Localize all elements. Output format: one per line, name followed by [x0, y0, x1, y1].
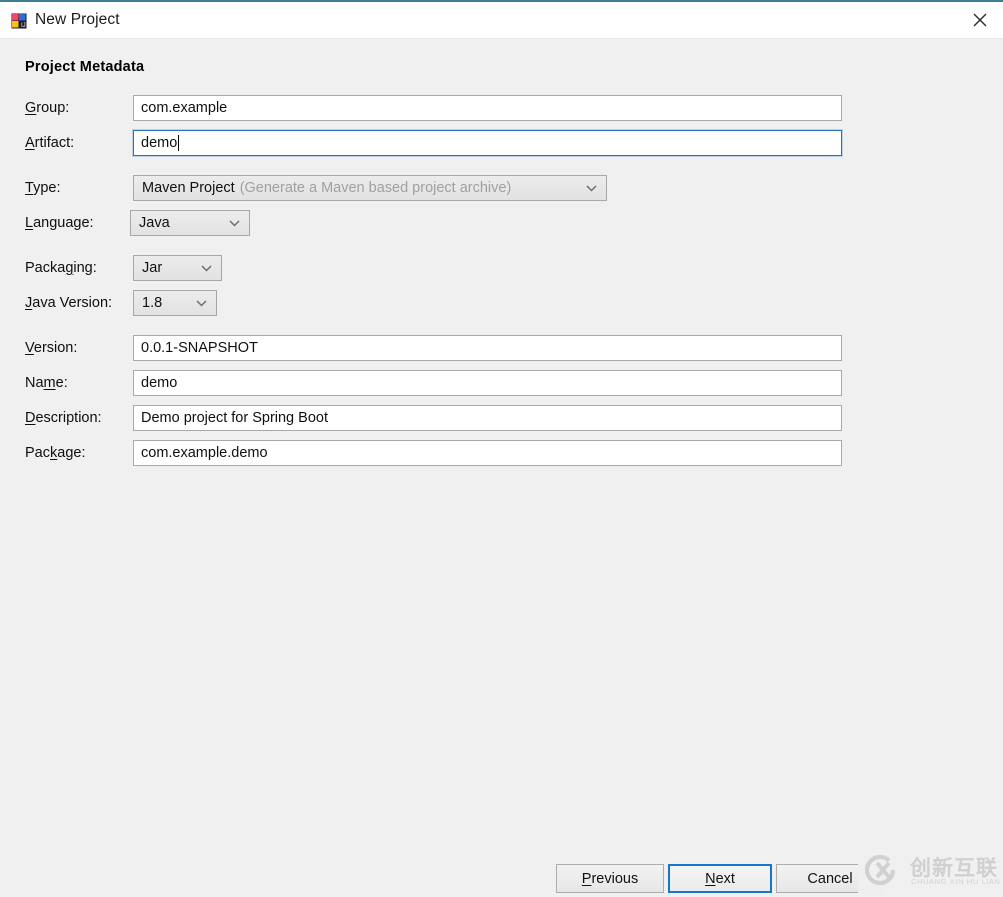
label-language: Language:: [25, 215, 94, 231]
page-title: Project Metadata: [25, 59, 145, 75]
packaging-select[interactable]: Jar: [133, 255, 222, 281]
svg-text:IJ: IJ: [21, 23, 26, 29]
label-description: Description:: [25, 410, 102, 426]
chevron-down-icon: [201, 260, 212, 276]
watermark-pinyin: CHUANG XIN HU LIAN: [911, 877, 1001, 886]
java-version-select-value: 1.8: [142, 295, 163, 311]
label-artifact: Artifact:: [25, 135, 75, 151]
label-package: Package:: [25, 445, 86, 461]
group-input[interactable]: com.example: [133, 95, 842, 121]
chevron-down-icon: [229, 215, 240, 231]
dialog-title: New Project: [35, 11, 120, 28]
new-project-dialog: IJ New Project Project Metadata Group: c…: [0, 0, 1003, 897]
text-caret: [178, 135, 180, 151]
type-select-hint: (Generate a Maven based project archive): [239, 180, 512, 196]
close-icon: [973, 13, 987, 27]
label-packaging: Packaging:: [25, 260, 97, 276]
artifact-input[interactable]: demo: [133, 130, 842, 156]
version-input[interactable]: 0.0.1-SNAPSHOT: [133, 335, 842, 361]
chevron-down-icon: [196, 295, 207, 311]
name-input[interactable]: demo: [133, 370, 842, 396]
description-input[interactable]: Demo project for Spring Boot: [133, 405, 842, 431]
watermark-chinese: 创新互联: [910, 857, 998, 880]
package-input[interactable]: com.example.demo: [133, 440, 842, 466]
type-select-value: Maven Project: [142, 180, 235, 196]
label-java-version: Java Version:: [25, 295, 113, 311]
label-name: Name:: [25, 375, 68, 391]
dialog-titlebar: IJ New Project: [0, 2, 1003, 39]
previous-button[interactable]: Previous: [556, 864, 664, 893]
next-button[interactable]: Next: [668, 864, 772, 893]
type-select[interactable]: Maven Project (Generate a Maven based pr…: [133, 175, 607, 201]
language-select[interactable]: Java: [130, 210, 250, 236]
close-button[interactable]: [957, 2, 1003, 38]
language-select-value: Java: [139, 215, 170, 231]
packaging-select-value: Jar: [142, 260, 163, 276]
cancel-button[interactable]: Cancel: [776, 864, 884, 893]
label-group: Group:: [25, 100, 70, 116]
label-type: Type:: [25, 180, 61, 196]
intellij-idea-icon: IJ: [11, 13, 27, 29]
chevron-down-icon: [586, 180, 597, 196]
java-version-select[interactable]: 1.8: [133, 290, 217, 316]
label-version: Version:: [25, 340, 78, 356]
